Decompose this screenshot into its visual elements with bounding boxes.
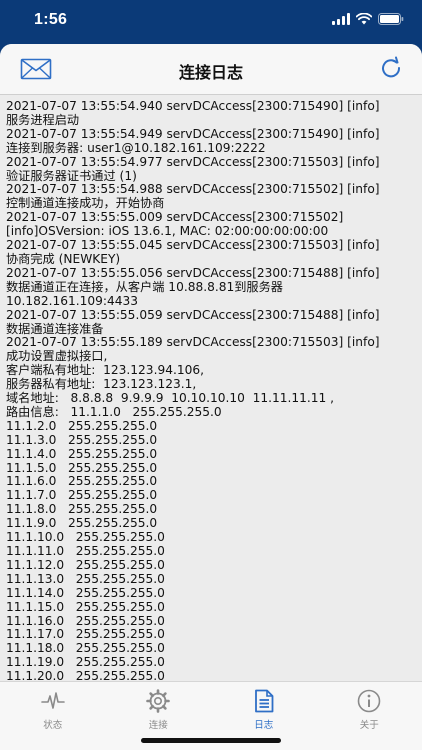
log-line: 11.1.17.0 255.255.255.0 [6, 627, 165, 642]
log-view[interactable]: 2021-07-07 13:55:54.940 servDCAccess[230… [0, 95, 422, 681]
tab-label: 状态 [43, 720, 63, 731]
status-time: 1:56 [34, 11, 68, 28]
battery-icon [378, 13, 404, 25]
log-line: 11.1.9.0 255.255.255.0 [6, 516, 158, 531]
status-icons [332, 13, 404, 25]
log-line: 2021-07-07 13:55:55.009 servDCAccess[230… [6, 210, 344, 225]
log-line: 验证服务器证书通过 (1) [6, 168, 137, 183]
navigation-bar: 连接日志 [0, 44, 422, 95]
log-line: 服务进程启动 [6, 112, 80, 127]
document-icon [251, 688, 277, 714]
tab-connection[interactable]: 连接 [106, 682, 212, 738]
page-title: 连接日志 [178, 65, 243, 82]
log-line: 11.1.12.0 255.255.255.0 [6, 557, 165, 572]
log-line: 2021-07-07 13:55:54.977 servDCAccess[230… [6, 154, 380, 169]
wifi-icon [356, 13, 372, 25]
tab-label: 连接 [148, 720, 168, 731]
tab-about[interactable]: 关于 [317, 682, 422, 738]
refresh-button[interactable] [378, 55, 404, 81]
log-line: 10.182.161.109:4433 [6, 293, 139, 308]
status-bar: 1:56 [0, 0, 422, 40]
log-line: 11.1.5.0 255.255.255.0 [6, 460, 158, 475]
tab-status[interactable]: 状态 [0, 682, 106, 738]
log-line: 11.1.2.0 255.255.255.0 [6, 418, 158, 433]
gear-icon [145, 688, 171, 714]
log-line: 路由信息: 11.1.1.0 255.255.255.0 [6, 404, 222, 419]
log-line: 11.1.6.0 255.255.255.0 [6, 474, 158, 489]
log-line: 2021-07-07 13:55:54.940 servDCAccess[230… [6, 99, 380, 113]
log-line: 2021-07-07 13:55:55.059 servDCAccess[230… [6, 307, 380, 322]
log-line: 连接到服务器: user1@10.182.161.109:2222 [6, 140, 266, 155]
log-line: [info]OSVersion: iOS 13.6.1, MAC: 02:00:… [6, 224, 329, 239]
log-line: 11.1.18.0 255.255.255.0 [6, 641, 165, 656]
log-line: 11.1.13.0 255.255.255.0 [6, 571, 165, 586]
refresh-icon [382, 56, 401, 78]
tab-label: 日志 [254, 720, 274, 731]
log-line: 2021-07-07 13:55:54.949 servDCAccess[230… [6, 126, 380, 141]
log-line: 11.1.8.0 255.255.255.0 [6, 502, 158, 517]
log-line: 11.1.19.0 255.255.255.0 [6, 655, 165, 670]
log-line: 数据通道正在连接，从客户端 10.88.8.81到服务器 [6, 279, 283, 294]
log-line: 2021-07-07 13:55:55.045 servDCAccess[230… [6, 238, 380, 253]
cellular-signal-icon [332, 13, 350, 25]
log-line: 数据通道连接准备 [6, 321, 104, 336]
home-indicator [141, 738, 281, 743]
info-icon [356, 688, 382, 714]
log-line: 11.1.4.0 255.255.255.0 [6, 446, 158, 461]
log-line: 服务器私有地址: 123.123.123.1, [6, 377, 197, 392]
log-line: 11.1.7.0 255.255.255.0 [6, 488, 158, 503]
log-line: 11.1.3.0 255.255.255.0 [6, 432, 158, 447]
log-line: 2021-07-07 13:55:55.056 servDCAccess[230… [6, 265, 380, 280]
tab-log[interactable]: 日志 [211, 682, 317, 738]
log-line: 控制通道连接成功，开始协商 [6, 196, 165, 211]
log-line: 11.1.16.0 255.255.255.0 [6, 613, 165, 628]
pulse-icon [40, 688, 66, 714]
log-line: 11.1.15.0 255.255.255.0 [6, 599, 165, 614]
log-sheet: 连接日志 2021-07-07 13:55:54.940 servDCAcces… [0, 44, 422, 750]
tab-bar: 状态 连接 日志 关于 [0, 681, 422, 750]
log-line: 11.1.10.0 255.255.255.0 [6, 530, 165, 545]
tab-label: 关于 [359, 720, 379, 731]
log-line: 协商完成 (NEWKEY) [6, 251, 121, 266]
log-text: 2021-07-07 13:55:54.940 servDCAccess[230… [0, 95, 422, 681]
log-line: 11.1.11.0 255.255.255.0 [6, 544, 165, 558]
log-line: 11.1.14.0 255.255.255.0 [6, 585, 165, 600]
log-line: 11.1.20.0 255.255.255.0 [6, 669, 165, 681]
log-line: 域名地址: 8.8.8.8 9.9.9.9 10.10.10.10 11.11.… [6, 391, 335, 406]
